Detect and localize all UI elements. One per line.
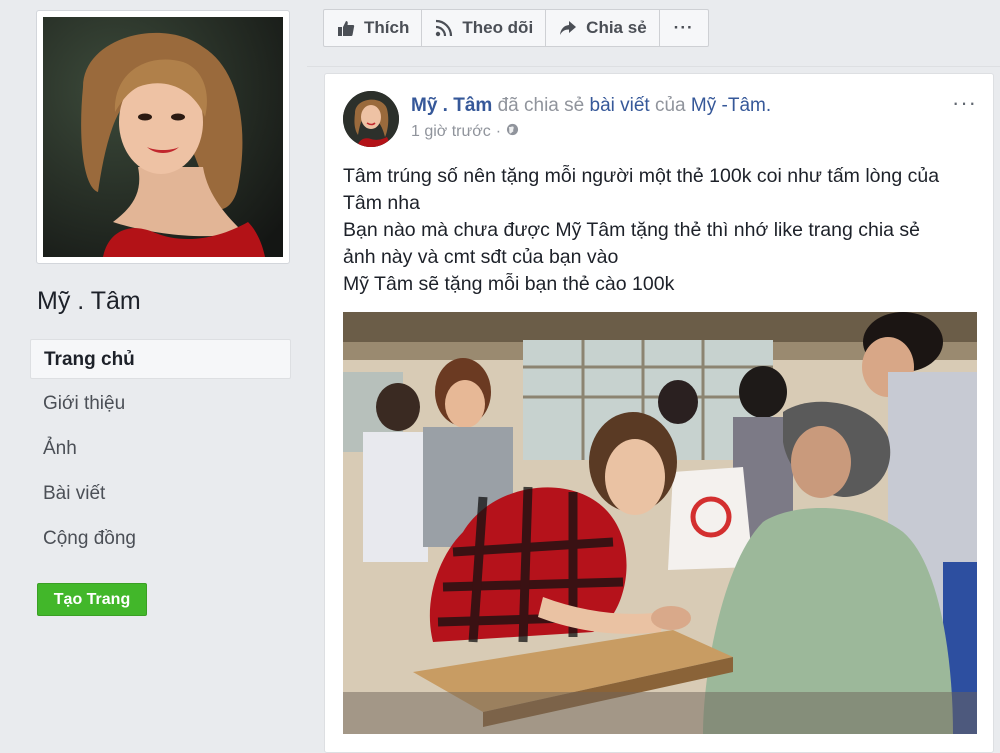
original-author-link[interactable]: Mỹ -Tâm. bbox=[691, 95, 771, 116]
globe-icon bbox=[506, 123, 519, 141]
like-page-button[interactable]: Thích bbox=[323, 9, 423, 47]
thumbs-up-icon bbox=[336, 18, 356, 38]
post-line: Mỹ Tâm sẽ tặng mỗi bạn thẻ cào 100k bbox=[343, 273, 675, 295]
follow-label: Theo dõi bbox=[462, 18, 534, 37]
post-meta: 1 giờ trước · bbox=[411, 123, 519, 141]
of-text: của bbox=[654, 95, 686, 116]
page-navigation: Trang chủ Giới thiệu Ảnh Bài viết Cộng đ… bbox=[30, 339, 291, 564]
post-card: Mỹ . Tâm đã chia sẻ bài viết của Mỹ -Tâm… bbox=[324, 73, 994, 753]
share-button[interactable]: Chia sẻ bbox=[545, 9, 660, 47]
nav-item-posts[interactable]: Bài viết bbox=[30, 474, 291, 514]
post-line: ảnh này và cmt sđt của bạn vào bbox=[343, 246, 619, 268]
post-timestamp[interactable]: 1 giờ trước bbox=[411, 123, 491, 141]
post-author-link[interactable]: Mỹ . Tâm bbox=[411, 95, 492, 116]
shared-post-link[interactable]: bài viết bbox=[590, 95, 650, 116]
more-actions-button[interactable]: ··· bbox=[658, 9, 709, 47]
post-line: Tâm trúng số nên tặng mỗi người một thẻ … bbox=[343, 165, 940, 187]
post-line: Bạn nào mà chưa được Mỹ Tâm tặng thẻ thì… bbox=[343, 219, 921, 241]
share-label: Chia sẻ bbox=[586, 18, 647, 37]
nav-item-photos[interactable]: Ảnh bbox=[30, 429, 291, 469]
more-label: ··· bbox=[673, 18, 694, 37]
like-label: Thích bbox=[364, 18, 410, 37]
author-avatar[interactable] bbox=[343, 91, 399, 147]
follow-button[interactable]: Theo dõi bbox=[421, 9, 547, 47]
profile-picture bbox=[43, 17, 283, 257]
share-arrow-icon bbox=[558, 18, 578, 38]
left-column: Mỹ . Tâm Trang chủ Giới thiệu Ảnh Bài vi… bbox=[0, 0, 307, 739]
nav-item-community[interactable]: Cộng đồng bbox=[30, 519, 291, 559]
post-photo[interactable] bbox=[343, 312, 977, 734]
create-page-button[interactable]: Tạo Trang bbox=[37, 583, 147, 616]
nav-item-home[interactable]: Trang chủ bbox=[30, 339, 291, 379]
meta-separator: · bbox=[495, 123, 502, 140]
header-divider bbox=[307, 66, 1000, 67]
post-message: Tâm trúng số nên tặng mỗi người một thẻ … bbox=[343, 163, 983, 298]
nav-item-about[interactable]: Giới thiệu bbox=[30, 384, 291, 424]
profile-picture-frame[interactable] bbox=[36, 10, 290, 264]
page-name[interactable]: Mỹ . Tâm bbox=[37, 287, 141, 316]
post-header: Mỹ . Tâm đã chia sẻ bài viết của Mỹ -Tâm… bbox=[411, 95, 771, 117]
post-line: Tâm nha bbox=[343, 192, 420, 214]
shared-text: đã chia sẻ bbox=[497, 95, 585, 116]
post-options-button[interactable]: ··· bbox=[952, 90, 977, 116]
rss-icon bbox=[434, 18, 454, 38]
page-action-bar: Thích Theo dõi Chia sẻ ··· bbox=[323, 9, 709, 47]
